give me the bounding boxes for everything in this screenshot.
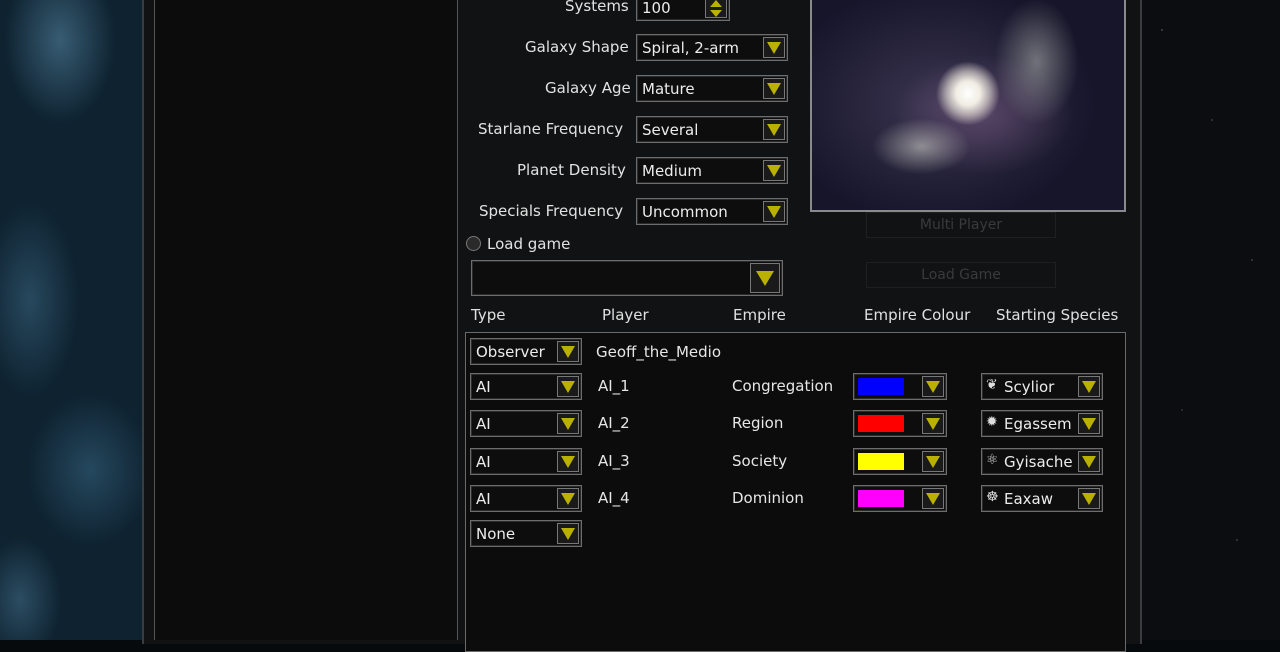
empire-colour-dropdown[interactable] [853, 485, 947, 512]
galaxy-shape-dropdown[interactable]: Spiral, 2-arm [636, 34, 788, 61]
player-type-dropdown[interactable]: AI [470, 373, 582, 400]
planet-density-value: Medium [642, 162, 702, 180]
dropdown-arrow-icon[interactable] [1078, 413, 1100, 434]
empire-name[interactable]: Congregation [732, 377, 833, 395]
player-type-dropdown[interactable]: AI [470, 410, 582, 437]
starlane-frequency-value: Several [642, 121, 699, 139]
empire-colour-swatch [858, 378, 904, 395]
dropdown-arrow-icon[interactable] [763, 160, 785, 181]
player-type-value: None [476, 525, 516, 543]
player-type-dropdown[interactable]: None [470, 520, 582, 547]
galaxy-shape-label: Galaxy Shape [525, 38, 629, 56]
galaxy-age-dropdown[interactable]: Mature [636, 75, 788, 102]
dropdown-arrow-icon[interactable] [1078, 376, 1100, 397]
species-value: Scylior [1004, 378, 1055, 396]
species-value: Eaxaw [1004, 490, 1054, 508]
player-name: AI_3 [598, 452, 630, 470]
player-name: AI_2 [598, 414, 630, 432]
column-header-starting-species: Starting Species [996, 306, 1119, 324]
dropdown-arrow-icon[interactable] [922, 376, 944, 397]
starfield-background-right [1142, 0, 1280, 640]
player-type-dropdown[interactable]: AI [470, 448, 582, 475]
starlane-frequency-dropdown[interactable]: Several [636, 116, 788, 143]
galaxy-preview-image [810, 0, 1126, 212]
empire-colour-dropdown[interactable] [853, 373, 947, 400]
galaxy-age-value: Mature [642, 80, 695, 98]
galaxy-age-label: Galaxy Age [545, 79, 631, 97]
dropdown-arrow-icon[interactable] [1078, 488, 1100, 509]
ghost-menu-load-game: Load Game [866, 262, 1056, 288]
systems-spinbox[interactable]: 100 [636, 0, 730, 21]
empire-colour-swatch [858, 453, 904, 470]
empire-colour-dropdown[interactable] [853, 410, 947, 437]
dropdown-arrow-icon[interactable] [750, 263, 780, 293]
empire-colour-swatch [858, 490, 904, 507]
planet-density-label: Planet Density [517, 161, 626, 179]
species-eaxaw-icon: ☸ [986, 489, 999, 505]
dropdown-arrow-icon[interactable] [557, 488, 579, 509]
left-panel [154, 0, 458, 640]
species-value: Egassem [1004, 415, 1072, 433]
specials-frequency-label: Specials Frequency [479, 202, 624, 220]
column-header-type: Type [471, 306, 506, 324]
dropdown-arrow-icon[interactable] [922, 451, 944, 472]
empire-colour-dropdown[interactable] [853, 448, 947, 475]
systems-label: Systems [565, 0, 629, 15]
planet-density-dropdown[interactable]: Medium [636, 157, 788, 184]
ghost-menu-multiplayer: Multi Player [866, 212, 1056, 238]
starting-species-dropdown[interactable]: ❦ Scylior [981, 373, 1103, 400]
specials-frequency-value: Uncommon [642, 203, 728, 221]
empire-name[interactable]: Society [732, 452, 787, 470]
empire-colour-swatch [858, 415, 904, 432]
column-header-player: Player [602, 306, 649, 324]
load-game-radio[interactable] [466, 236, 481, 251]
starting-species-dropdown[interactable]: ⚛ Gyisache [981, 448, 1103, 475]
dropdown-arrow-icon[interactable] [763, 78, 785, 99]
dropdown-arrow-icon[interactable] [763, 201, 785, 222]
species-egassem-icon: ✹ [986, 414, 998, 430]
starting-species-dropdown[interactable]: ☸ Eaxaw [981, 485, 1103, 512]
player-name: Geoff_the_Medio [596, 343, 722, 361]
systems-value: 100 [642, 0, 671, 17]
player-type-value: AI [476, 415, 491, 433]
column-header-empire-colour: Empire Colour [864, 306, 971, 324]
nebula-background-left [0, 0, 142, 640]
dropdown-arrow-icon[interactable] [557, 341, 579, 362]
player-type-dropdown[interactable]: AI [470, 485, 582, 512]
dropdown-arrow-icon[interactable] [763, 119, 785, 140]
galaxy-shape-value: Spiral, 2-arm [642, 39, 739, 57]
player-type-dropdown[interactable]: Observer [470, 338, 582, 365]
spin-arrows-icon[interactable] [705, 0, 727, 18]
load-game-dropdown[interactable] [471, 260, 783, 296]
dropdown-arrow-icon[interactable] [1078, 451, 1100, 472]
specials-frequency-dropdown[interactable]: Uncommon [636, 198, 788, 225]
species-gyisache-icon: ⚛ [986, 452, 999, 468]
player-type-value: Observer [476, 343, 545, 361]
player-type-value: AI [476, 490, 491, 508]
player-type-value: AI [476, 453, 491, 471]
starting-species-dropdown[interactable]: ✹ Egassem [981, 410, 1103, 437]
dropdown-arrow-icon[interactable] [557, 523, 579, 544]
dropdown-arrow-icon[interactable] [922, 488, 944, 509]
starlane-frequency-label: Starlane Frequency [478, 120, 624, 138]
dropdown-arrow-icon[interactable] [557, 451, 579, 472]
species-scylior-icon: ❦ [986, 377, 998, 393]
dropdown-arrow-icon[interactable] [763, 37, 785, 58]
column-header-empire: Empire [733, 306, 786, 324]
load-game-label[interactable]: Load game [487, 235, 570, 253]
dropdown-arrow-icon[interactable] [557, 376, 579, 397]
dropdown-arrow-icon[interactable] [922, 413, 944, 434]
empire-name[interactable]: Region [732, 414, 783, 432]
player-type-value: AI [476, 378, 491, 396]
empire-name[interactable]: Dominion [732, 489, 804, 507]
dropdown-arrow-icon[interactable] [557, 413, 579, 434]
player-name: AI_4 [598, 489, 630, 507]
species-value: Gyisache [1004, 453, 1073, 471]
player-name: AI_1 [598, 377, 630, 395]
